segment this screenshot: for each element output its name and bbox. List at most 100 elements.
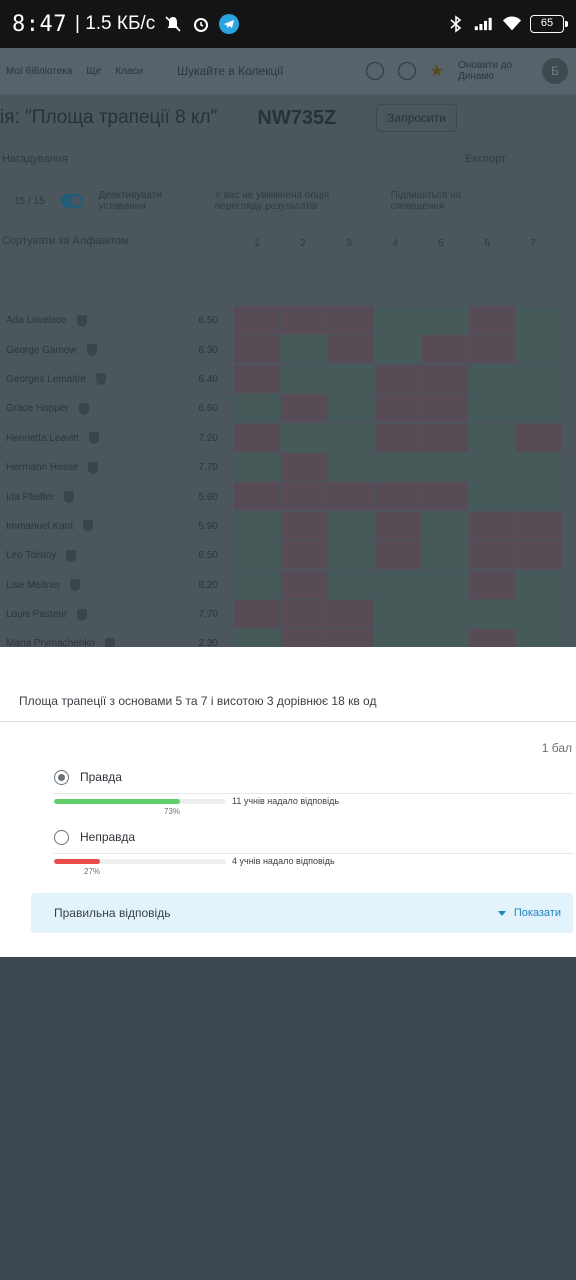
- grid-cell: [234, 511, 280, 540]
- grid-cell: [469, 629, 515, 648]
- grid-cell: [516, 335, 562, 364]
- grid-cell: [516, 482, 562, 511]
- grid-cell: [281, 364, 327, 393]
- grid-cell: [422, 511, 468, 540]
- grid-cell: [375, 629, 421, 648]
- column-numbers: 1 2 3 4 5 6 7 8: [234, 238, 576, 249]
- search-field: Шукайте в Колекції: [177, 64, 284, 78]
- toggle-label: Деактивувати уставання: [98, 190, 162, 212]
- grid-cell: [328, 600, 374, 628]
- student-row: Louis Pasteur 7.70: [6, 608, 218, 621]
- option-label: Правда: [80, 770, 122, 784]
- page-title: ія: "Площа трапеції 8 кл": [0, 107, 218, 128]
- student-row: Grace Hopper 6.60: [6, 402, 218, 415]
- share-button: Запросити: [376, 104, 457, 132]
- grid-cell: [328, 423, 374, 452]
- sort-label: Сортувати за Алфавітом: [2, 235, 129, 247]
- export-button: Експорт: [465, 153, 506, 165]
- grid-cell: [469, 306, 515, 334]
- grid-cell: [234, 394, 280, 423]
- grid-cell: [469, 541, 515, 570]
- answer-option-true: Правда 73% 11 учнів надало відповідь: [54, 767, 574, 816]
- grid-cell: [328, 511, 374, 540]
- grid-cell: [375, 570, 421, 599]
- answer-count: 4 учнів надало відповідь: [232, 856, 335, 866]
- col-num: 4: [392, 238, 398, 249]
- grid-cell: [516, 453, 562, 481]
- grid-cell: [469, 364, 515, 393]
- grid-cell: [234, 570, 280, 599]
- student-row: Maria Prymachenko 2.30: [6, 637, 218, 648]
- join-code: NW735Z: [257, 106, 337, 129]
- divider: [54, 853, 574, 854]
- grid-cell: [281, 541, 327, 570]
- grid-cell: [328, 394, 374, 423]
- col-num: 5: [438, 238, 444, 249]
- grid-cell: [281, 600, 327, 628]
- grid-cell: [234, 629, 280, 648]
- grid-cell: [281, 335, 327, 364]
- nav-item-classes: Класи: [115, 65, 144, 77]
- grid-cell: [422, 364, 468, 393]
- options-row: 15 / 15 Деактивувати уставання У вас не …: [0, 176, 576, 226]
- show-label: Показати: [513, 907, 561, 919]
- radio-true: [54, 769, 69, 785]
- grid-cell: [234, 306, 280, 334]
- grid-cell: [422, 306, 468, 334]
- help-icon: [397, 62, 416, 80]
- points-label: 1 бал: [541, 741, 572, 755]
- progress-count: 15 / 15: [14, 195, 45, 207]
- grid-cell: [328, 335, 374, 364]
- upgrade-link: Оновити до Динамо: [458, 60, 513, 82]
- star-icon: ★: [429, 63, 444, 80]
- question-results-modal: Площа трапеції з основами 5 та 7 і висот…: [0, 647, 576, 957]
- divider: [54, 793, 574, 794]
- sub-row: Нагадування Експорт: [0, 142, 576, 176]
- grid-cell: [328, 482, 374, 511]
- grid-cell: [281, 306, 327, 334]
- student-row: Lise Meitner 8.20: [6, 579, 218, 592]
- grid-cell: [422, 482, 468, 511]
- student-row: Leo Tolstoy 6.50: [6, 549, 218, 562]
- deactivate-toggle: [60, 194, 83, 208]
- show-answer-button[interactable]: Показати: [497, 907, 561, 919]
- option-label: Неправда: [80, 830, 136, 844]
- radio-false: [54, 829, 69, 845]
- grid-cell: [422, 629, 468, 648]
- battery-indicator: 65: [530, 15, 568, 33]
- grid-cell: [328, 453, 374, 481]
- grid-cell: [234, 600, 280, 628]
- grid-cell: [422, 453, 468, 481]
- question-text: Площа трапеції з основами 5 та 7 і висот…: [19, 694, 377, 708]
- student-row: Henrietta Leavitt 7.20: [6, 432, 218, 445]
- grid-cell: [469, 570, 515, 599]
- grid-cell: [328, 364, 374, 393]
- col-num: 6: [484, 238, 490, 249]
- percent-label: 73%: [164, 807, 181, 816]
- grid-cell: [281, 629, 327, 648]
- grid-cell: [469, 423, 515, 452]
- grid-cell: [469, 482, 515, 511]
- mute-bell-icon: [163, 14, 183, 34]
- grid-cell: [234, 335, 280, 364]
- student-row: Ida Pfeiffer 5.60: [6, 491, 218, 504]
- grid-cell: [281, 482, 327, 511]
- grid-cell: [469, 335, 515, 364]
- grid-cell: [422, 600, 468, 628]
- grid-cell: [516, 511, 562, 540]
- bluetooth-icon: [446, 14, 466, 34]
- grid-cell: [375, 482, 421, 511]
- answer-count: 11 учнів надало відповідь: [232, 796, 340, 806]
- grid-cell: [234, 423, 280, 452]
- student-list: Ada Lovelace 6.50 George Gamow 6.30 George…: [6, 306, 226, 648]
- grid-cell: [375, 600, 421, 628]
- nav-item-library: Мої бібліотека: [6, 65, 73, 77]
- student-row: Georges Lemaitre 6.40: [6, 373, 218, 386]
- grid-cell: [422, 570, 468, 599]
- grid-cell: [516, 570, 562, 599]
- col-num: 7: [530, 238, 536, 249]
- correct-answer-panel[interactable]: Правильна відповідь Показати: [31, 893, 573, 933]
- col-num: 1: [254, 238, 260, 249]
- grid-cell: [516, 423, 562, 452]
- signal-icon: [474, 14, 494, 34]
